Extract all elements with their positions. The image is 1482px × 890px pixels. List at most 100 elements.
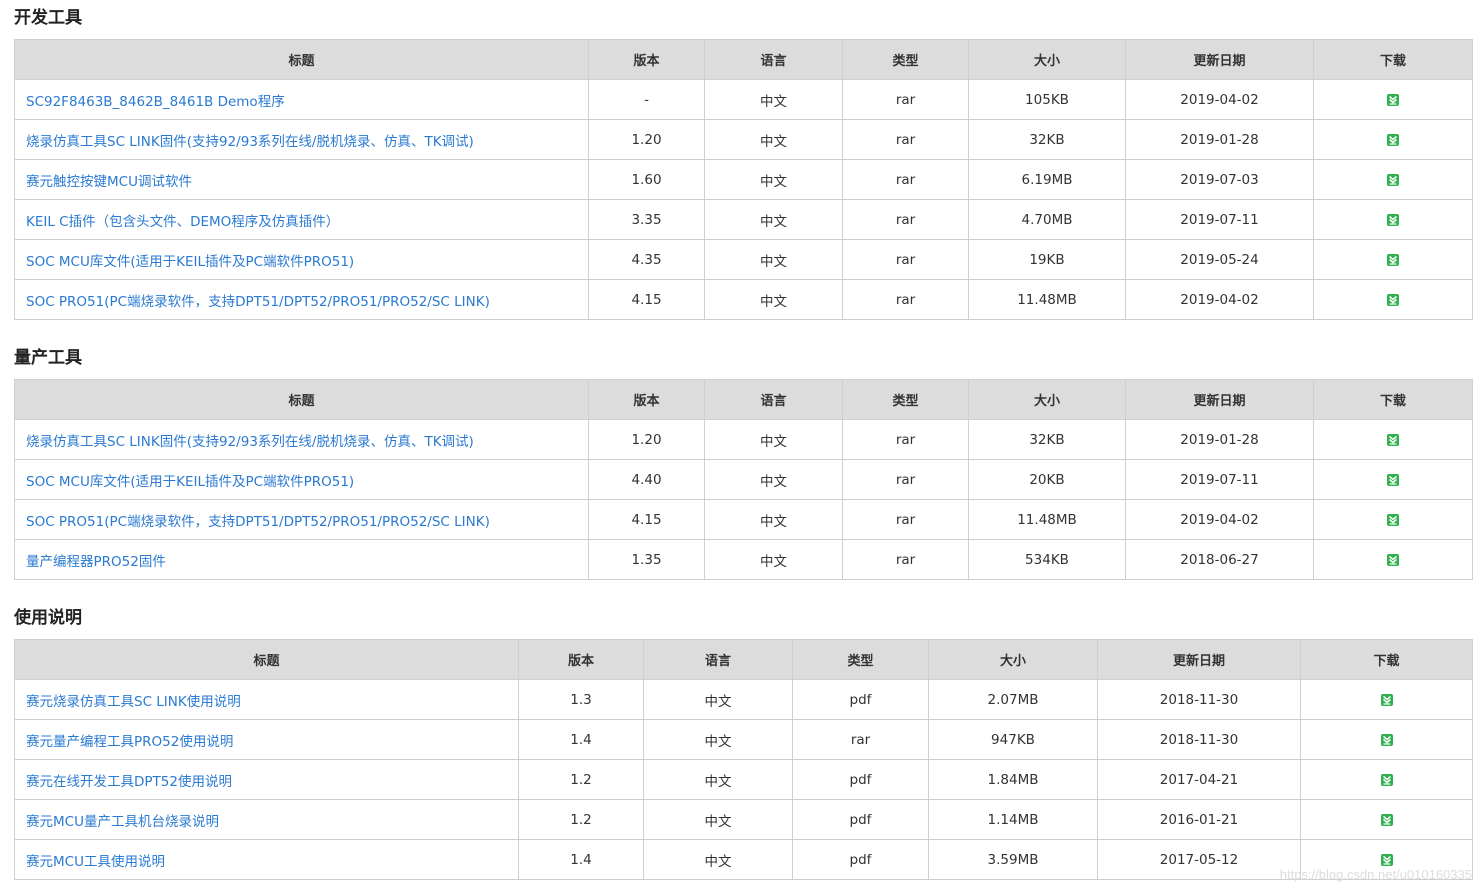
language-cell: 中文 bbox=[643, 839, 793, 880]
header-size: 大小 bbox=[928, 639, 1098, 680]
version-cell: 4.35 bbox=[588, 239, 705, 280]
size-cell: 11.48MB bbox=[968, 279, 1126, 320]
type-cell: rar bbox=[842, 459, 969, 500]
download-arrow-icon[interactable] bbox=[1380, 813, 1393, 826]
title-cell: 赛元触控按键MCU调试软件 bbox=[14, 159, 589, 200]
file-title-link[interactable]: SOC PRO51(PC端烧录软件，支持DPT51/DPT52/PRO51/PR… bbox=[26, 514, 490, 530]
size-cell: 32KB bbox=[968, 419, 1126, 460]
download-cell bbox=[1313, 119, 1473, 160]
download-arrow-icon[interactable] bbox=[1380, 733, 1393, 746]
title-cell: SOC PRO51(PC端烧录软件，支持DPT51/DPT52/PRO51/PR… bbox=[14, 279, 589, 320]
file-title-link[interactable]: SOC MCU库文件(适用于KEIL插件及PC端软件PRO51) bbox=[26, 474, 354, 490]
download-arrow-icon[interactable] bbox=[1387, 513, 1399, 526]
manuals-table: 标题 版本 语言 类型 大小 更新日期 下载 赛元烧录仿真工具SC LINK使用说明 1.3 中… bbox=[14, 639, 1473, 880]
file-title-link[interactable]: SOC PRO51(PC端烧录软件，支持DPT51/DPT52/PRO51/PR… bbox=[26, 294, 490, 310]
version-cell: 1.20 bbox=[588, 119, 705, 160]
language-cell: 中文 bbox=[704, 539, 843, 580]
download-cell bbox=[1313, 419, 1473, 460]
download-arrow-icon[interactable] bbox=[1387, 133, 1399, 146]
header-size: 大小 bbox=[968, 39, 1126, 80]
type-cell: rar bbox=[842, 199, 969, 240]
header-download: 下载 bbox=[1300, 639, 1473, 680]
table-row: 烧录仿真工具SC LINK固件(支持92/93系列在线/脱机烧录、仿真、TK调试… bbox=[14, 119, 1473, 160]
size-cell: 1.84MB bbox=[928, 759, 1098, 800]
header-date: 更新日期 bbox=[1125, 379, 1314, 420]
download-arrow-icon[interactable] bbox=[1387, 213, 1399, 226]
type-cell: pdf bbox=[792, 799, 929, 840]
header-version: 版本 bbox=[588, 39, 705, 80]
file-title-link[interactable]: KEIL C插件（包含头文件、DEMO程序及仿真插件） bbox=[26, 214, 339, 230]
date-cell: 2019-07-03 bbox=[1125, 159, 1314, 200]
date-cell: 2018-11-30 bbox=[1097, 719, 1301, 760]
file-title-link[interactable]: 赛元MCU量产工具机台烧录说明 bbox=[26, 814, 219, 830]
language-cell: 中文 bbox=[704, 499, 843, 540]
type-cell: rar bbox=[842, 539, 969, 580]
table-header: 标题 版本 语言 类型 大小 更新日期 下载 bbox=[14, 39, 1473, 80]
header-row: 标题 版本 语言 类型 大小 更新日期 下载 bbox=[14, 639, 1473, 680]
download-arrow-icon[interactable] bbox=[1387, 293, 1399, 306]
type-cell: pdf bbox=[792, 839, 929, 880]
file-title-link[interactable]: 赛元量产编程工具PRO52使用说明 bbox=[26, 734, 233, 750]
version-cell: - bbox=[588, 79, 705, 120]
download-cell bbox=[1313, 239, 1473, 280]
file-title-link[interactable]: 赛元在线开发工具DPT52使用说明 bbox=[26, 774, 232, 790]
date-cell: 2017-05-12 bbox=[1097, 839, 1301, 880]
table-header: 标题 版本 语言 类型 大小 更新日期 下载 bbox=[14, 379, 1473, 420]
type-cell: pdf bbox=[792, 759, 929, 800]
download-arrow-icon[interactable] bbox=[1387, 553, 1399, 566]
table-row: 赛元量产编程工具PRO52使用说明 1.4 中文 rar 947KB 2018-11-30 bbox=[14, 719, 1473, 760]
language-cell: 中文 bbox=[704, 119, 843, 160]
version-cell: 4.40 bbox=[588, 459, 705, 500]
title-cell: SC92F8463B_8462B_8461B Demo程序 bbox=[14, 79, 589, 120]
table-row: SOC MCU库文件(适用于KEIL插件及PC端软件PRO51) 4.35 中文 ra… bbox=[14, 239, 1473, 280]
header-date: 更新日期 bbox=[1125, 39, 1314, 80]
table-row: 赛元MCU量产工具机台烧录说明 1.2 中文 pdf 1.14MB 2016-01-21 bbox=[14, 799, 1473, 840]
file-title-link[interactable]: SOC MCU库文件(适用于KEIL插件及PC端软件PRO51) bbox=[26, 254, 354, 270]
file-title-link[interactable]: 烧录仿真工具SC LINK固件(支持92/93系列在线/脱机烧录、仿真、TK调试… bbox=[26, 434, 474, 450]
title-cell: 量产编程器PRO52固件 bbox=[14, 539, 589, 580]
download-arrow-icon[interactable] bbox=[1387, 433, 1399, 446]
version-cell: 1.4 bbox=[518, 839, 644, 880]
download-arrow-icon[interactable] bbox=[1387, 473, 1399, 486]
version-cell: 1.2 bbox=[518, 799, 644, 840]
version-cell: 1.2 bbox=[518, 759, 644, 800]
size-cell: 1.14MB bbox=[928, 799, 1098, 840]
file-title-link[interactable]: 赛元MCU工具使用说明 bbox=[26, 854, 165, 870]
language-cell: 中文 bbox=[643, 719, 793, 760]
date-cell: 2017-04-21 bbox=[1097, 759, 1301, 800]
file-title-link[interactable]: SC92F8463B_8462B_8461B Demo程序 bbox=[26, 94, 285, 110]
header-download: 下载 bbox=[1313, 39, 1473, 80]
title-cell: 赛元MCU量产工具机台烧录说明 bbox=[14, 799, 519, 840]
download-arrow-icon[interactable] bbox=[1380, 693, 1393, 706]
download-arrow-icon[interactable] bbox=[1387, 253, 1399, 266]
download-arrow-icon[interactable] bbox=[1387, 173, 1399, 186]
date-cell: 2019-01-28 bbox=[1125, 119, 1314, 160]
download-cell bbox=[1313, 159, 1473, 200]
file-title-link[interactable]: 量产编程器PRO52固件 bbox=[26, 554, 166, 570]
title-cell: 赛元量产编程工具PRO52使用说明 bbox=[14, 719, 519, 760]
download-arrow-icon[interactable] bbox=[1387, 93, 1399, 106]
download-cell bbox=[1300, 719, 1473, 760]
file-title-link[interactable]: 烧录仿真工具SC LINK固件(支持92/93系列在线/脱机烧录、仿真、TK调试… bbox=[26, 134, 474, 150]
section-title-manuals: 使用说明 bbox=[14, 608, 82, 628]
header-row: 标题 版本 语言 类型 大小 更新日期 下载 bbox=[14, 39, 1473, 80]
table-body: 赛元烧录仿真工具SC LINK使用说明 1.3 中文 pdf 2.07MB 2018-11… bbox=[14, 679, 1473, 880]
download-arrow-icon[interactable] bbox=[1380, 853, 1393, 866]
table-row: SOC MCU库文件(适用于KEIL插件及PC端软件PRO51) 4.40 中文 ra… bbox=[14, 459, 1473, 500]
language-cell: 中文 bbox=[643, 799, 793, 840]
file-title-link[interactable]: 赛元烧录仿真工具SC LINK使用说明 bbox=[26, 694, 241, 710]
size-cell: 20KB bbox=[968, 459, 1126, 500]
language-cell: 中文 bbox=[643, 679, 793, 720]
version-cell: 1.3 bbox=[518, 679, 644, 720]
file-title-link[interactable]: 赛元触控按键MCU调试软件 bbox=[26, 174, 192, 190]
type-cell: rar bbox=[792, 719, 929, 760]
download-arrow-icon[interactable] bbox=[1380, 773, 1393, 786]
section-title-dev-tools: 开发工具 bbox=[14, 8, 82, 28]
title-cell: 赛元在线开发工具DPT52使用说明 bbox=[14, 759, 519, 800]
size-cell: 4.70MB bbox=[968, 199, 1126, 240]
title-cell: SOC MCU库文件(适用于KEIL插件及PC端软件PRO51) bbox=[14, 239, 589, 280]
header-download: 下载 bbox=[1313, 379, 1473, 420]
date-cell: 2019-04-02 bbox=[1125, 279, 1314, 320]
header-version: 版本 bbox=[518, 639, 644, 680]
title-cell: SOC PRO51(PC端烧录软件，支持DPT51/DPT52/PRO51/PR… bbox=[14, 499, 589, 540]
